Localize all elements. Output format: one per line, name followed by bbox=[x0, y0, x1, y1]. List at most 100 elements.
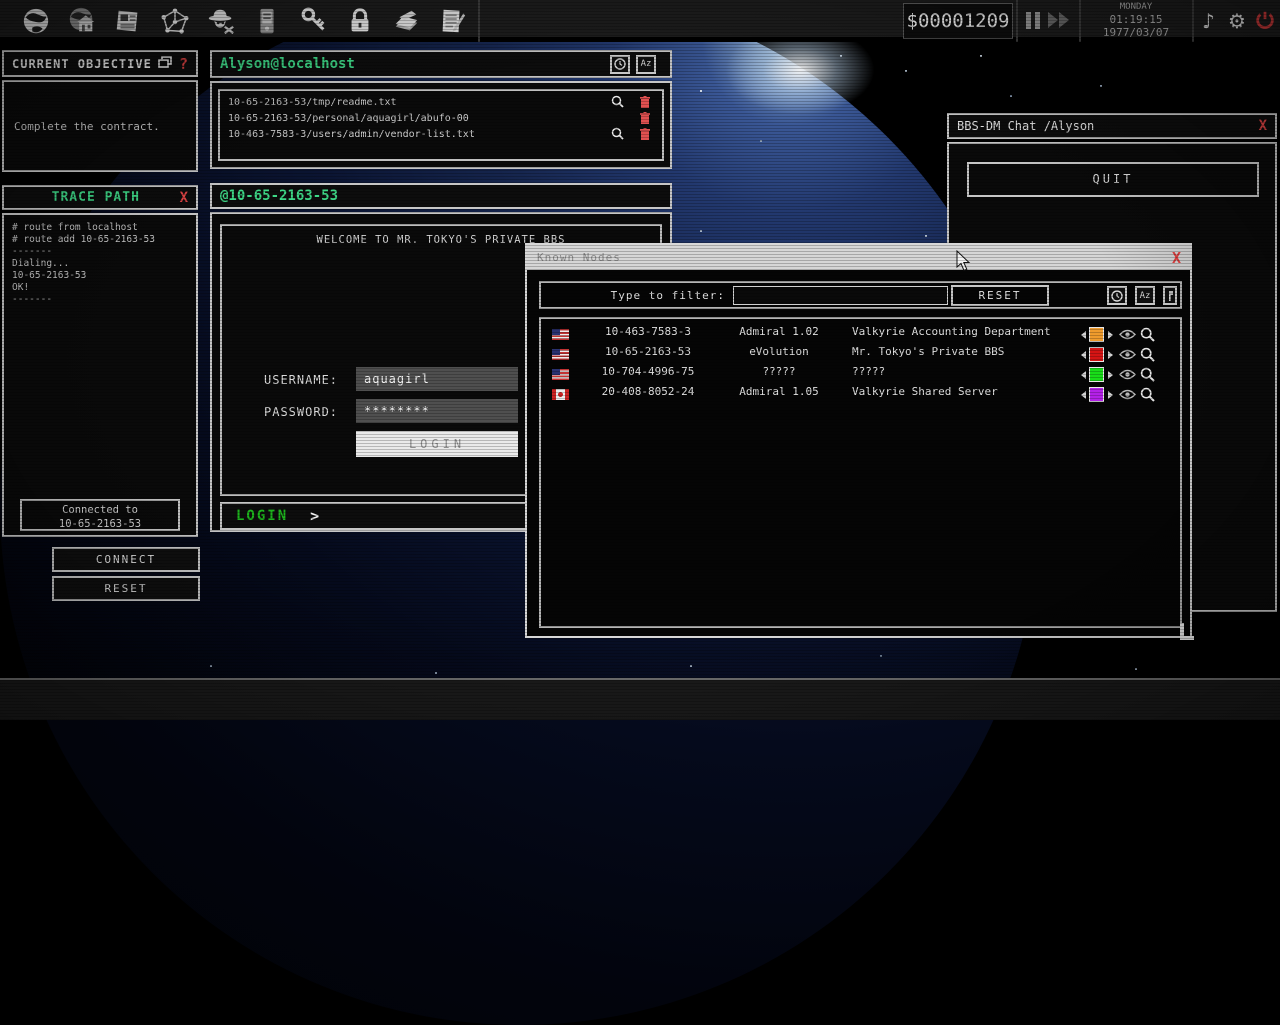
city-globe-icon[interactable] bbox=[64, 5, 100, 37]
filter-label: Type to filter: bbox=[597, 289, 725, 302]
filter-input[interactable] bbox=[733, 286, 948, 305]
eye-icon[interactable] bbox=[1119, 329, 1136, 343]
session-login-label: LOGIN bbox=[222, 508, 288, 524]
node-os: eVolution bbox=[723, 345, 835, 358]
key-icon[interactable] bbox=[296, 5, 332, 37]
color-prev-icon[interactable] bbox=[1081, 371, 1086, 379]
software-icon[interactable] bbox=[388, 5, 424, 37]
node-color-swatch[interactable] bbox=[1089, 367, 1104, 382]
nodes-window-titlebar[interactable]: Known Nodes X bbox=[527, 245, 1190, 270]
known-nodes-window: Known Nodes X Type to filter: RESET Az 1… bbox=[525, 243, 1192, 638]
search-icon[interactable] bbox=[602, 125, 632, 144]
node-description: ????? bbox=[852, 365, 885, 378]
country-flag-icon bbox=[552, 329, 569, 340]
password-label: PASSWORD: bbox=[264, 405, 356, 419]
trace-panel-header: TRACE PATH X bbox=[2, 185, 198, 210]
power-icon[interactable] bbox=[1254, 9, 1276, 38]
fast-forward-button[interactable] bbox=[1048, 12, 1072, 29]
notes-icon[interactable] bbox=[434, 5, 470, 37]
node-row[interactable]: 10-704-4996-75 ????? ????? bbox=[541, 365, 1180, 385]
files-panel-title: Alyson@localhost bbox=[212, 56, 355, 72]
trace-line: # route add 10-65-2163-53 bbox=[12, 234, 196, 246]
close-icon[interactable]: X bbox=[1251, 118, 1275, 134]
objective-panel-header: CURRENT OBJECTIVE ? bbox=[2, 50, 198, 77]
toolbar-separator bbox=[1016, 0, 1018, 42]
files-panel-header: Alyson@localhost Az bbox=[210, 50, 672, 78]
resize-handle[interactable] bbox=[1180, 623, 1194, 640]
reset-button[interactable]: RESET bbox=[52, 576, 200, 601]
pause-button[interactable] bbox=[1026, 12, 1042, 29]
spy-icon[interactable] bbox=[203, 5, 239, 37]
color-next-icon[interactable] bbox=[1108, 371, 1113, 379]
quit-button[interactable]: QUIT bbox=[967, 162, 1259, 197]
restore-window-icon[interactable] bbox=[158, 54, 179, 73]
username-field[interactable] bbox=[356, 367, 518, 391]
sort-flag-button[interactable] bbox=[1163, 286, 1177, 305]
node-row[interactable]: 10-65-2163-53 eVolution Mr. Tokyo's Priv… bbox=[541, 345, 1180, 365]
password-field[interactable] bbox=[356, 399, 518, 423]
nodes-window-title: Known Nodes bbox=[527, 251, 621, 264]
color-prev-icon[interactable] bbox=[1081, 351, 1086, 359]
color-next-icon[interactable] bbox=[1108, 391, 1113, 399]
node-color-swatch[interactable] bbox=[1089, 327, 1104, 342]
world-map-icon[interactable] bbox=[18, 5, 54, 37]
connect-button[interactable]: CONNECT bbox=[52, 547, 200, 572]
sort-az-button[interactable]: Az bbox=[636, 55, 656, 74]
node-color-swatch[interactable] bbox=[1089, 387, 1104, 402]
top-toolbar: $00001209 MONDAY 01:19:15 1977/03/07 ♪ ⚙ bbox=[0, 0, 1280, 42]
file-row[interactable]: 10-65-2163-53/personal/aquagirl/abufo-00 bbox=[224, 110, 658, 126]
help-button[interactable]: ? bbox=[179, 55, 196, 73]
chat-panel-title: BBS-DM Chat /Alyson bbox=[949, 119, 1094, 133]
delete-file-icon[interactable] bbox=[632, 125, 658, 144]
magnifier-icon[interactable] bbox=[1140, 347, 1155, 365]
filter-reset-button[interactable]: RESET bbox=[951, 285, 1049, 306]
node-row[interactable]: 20-408-8052-24 Admiral 1.05 Valkyrie Sha… bbox=[541, 385, 1180, 405]
username-label: USERNAME: bbox=[264, 373, 356, 387]
color-next-icon[interactable] bbox=[1108, 331, 1113, 339]
node-color-swatch[interactable] bbox=[1089, 347, 1104, 362]
trace-title: TRACE PATH bbox=[4, 190, 172, 205]
game-clock: MONDAY 01:19:15 1977/03/07 bbox=[1082, 2, 1190, 39]
clock-date: 1977/03/07 bbox=[1082, 26, 1190, 39]
files-list: 10-65-2163-53/tmp/readme.txt 10-65-2163-… bbox=[218, 89, 664, 161]
node-description: Valkyrie Accounting Department bbox=[852, 325, 1051, 338]
trace-line: Dialing... bbox=[12, 258, 196, 270]
country-flag-icon bbox=[552, 369, 569, 380]
color-prev-icon[interactable] bbox=[1081, 331, 1086, 339]
magnifier-icon[interactable] bbox=[1140, 387, 1155, 405]
toolbar-separator bbox=[1079, 0, 1081, 42]
node-row[interactable]: 10-463-7583-3 Admiral 1.02 Valkyrie Acco… bbox=[541, 325, 1180, 345]
bbs-login-button[interactable]: LOGIN bbox=[356, 431, 518, 457]
file-path: 10-65-2163-53/personal/aquagirl/abufo-00 bbox=[224, 113, 602, 124]
search-icon[interactable] bbox=[602, 93, 632, 112]
color-next-icon[interactable] bbox=[1108, 351, 1113, 359]
sort-time-button[interactable] bbox=[1107, 286, 1127, 305]
file-row[interactable]: 10-65-2163-53/tmp/readme.txt bbox=[224, 94, 658, 110]
trace-line: # route from localhost bbox=[12, 222, 196, 234]
newspaper-icon[interactable] bbox=[110, 5, 146, 37]
sort-az-button[interactable]: Az bbox=[1135, 286, 1155, 305]
settings-gear-icon[interactable]: ⚙ bbox=[1228, 7, 1246, 35]
remote-panel-title: @10-65-2163-53 bbox=[212, 188, 338, 204]
magnifier-icon[interactable] bbox=[1140, 327, 1155, 345]
toolbar-separator bbox=[1192, 0, 1194, 42]
objective-panel-body: Complete the contract. bbox=[2, 80, 198, 172]
music-icon[interactable]: ♪ bbox=[1202, 7, 1215, 35]
objective-title: CURRENT OBJECTIVE bbox=[4, 57, 152, 71]
magnifier-icon[interactable] bbox=[1140, 367, 1155, 385]
eye-icon[interactable] bbox=[1119, 369, 1136, 383]
eye-icon[interactable] bbox=[1119, 389, 1136, 403]
trace-line: ------- bbox=[12, 294, 196, 306]
file-row[interactable]: 10-463-7583-3/users/admin/vendor-list.tx… bbox=[224, 126, 658, 142]
node-address: 10-704-4996-75 bbox=[583, 365, 713, 378]
nodes-filter-bar: Type to filter: RESET Az bbox=[539, 281, 1182, 309]
close-icon[interactable]: X bbox=[172, 190, 196, 206]
eye-icon[interactable] bbox=[1119, 349, 1136, 363]
phone-icon[interactable] bbox=[249, 5, 285, 37]
color-prev-icon[interactable] bbox=[1081, 391, 1086, 399]
lock-icon[interactable] bbox=[342, 5, 378, 37]
nodes-table: 10-463-7583-3 Admiral 1.02 Valkyrie Acco… bbox=[539, 317, 1182, 628]
close-icon[interactable]: X bbox=[1163, 249, 1190, 267]
network-map-icon[interactable] bbox=[157, 5, 193, 37]
sort-time-button[interactable] bbox=[610, 55, 630, 74]
